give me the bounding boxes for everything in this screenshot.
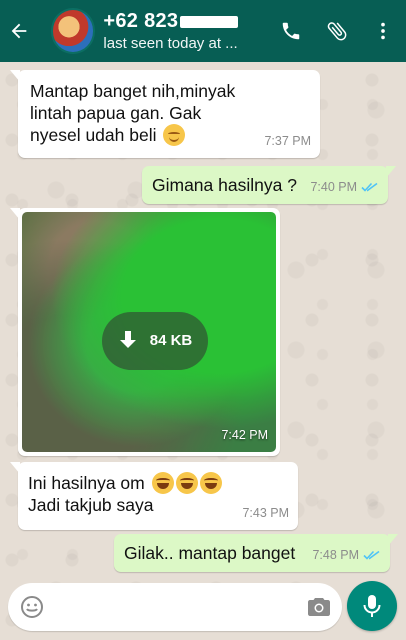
message-time: 7:42 PM [221, 428, 268, 442]
mic-button[interactable] [347, 581, 397, 631]
message-input[interactable] [56, 597, 296, 617]
call-button[interactable] [268, 0, 314, 62]
blurred-photo[interactable]: 84 KB 7:42 PM [22, 212, 276, 452]
download-size: 84 KB [149, 332, 193, 349]
laughing-emoji-icon [199, 472, 222, 494]
laughing-emoji-icon [151, 472, 174, 494]
back-button[interactable] [0, 0, 39, 62]
message-incoming[interactable]: Mantap banget nih,minyak lintah papua ga… [10, 70, 320, 158]
message-time: 7:43 PM [242, 506, 289, 520]
message-time: 7:48 PM [312, 548, 359, 562]
paperclip-icon [327, 22, 347, 41]
redaction-mask [180, 15, 239, 28]
message-outgoing[interactable]: Gimana hasilnya ? 7:40 PM [142, 166, 396, 204]
contact-avatar[interactable] [50, 8, 96, 54]
chat-header: +62 823 last seen today at ... [0, 0, 406, 62]
laughing-emoji-icon [175, 472, 198, 494]
last-seen-status: last seen today at ... [103, 35, 238, 52]
camera-icon [308, 598, 330, 616]
message-time: 7:40 PM [310, 180, 357, 194]
message-text: Gimana hasilnya ? [152, 175, 297, 195]
menu-button[interactable] [360, 0, 406, 62]
emoji-button[interactable] [8, 583, 56, 631]
contact-name: +62 823 [103, 10, 179, 32]
download-icon [119, 331, 136, 348]
phone-icon [282, 22, 300, 40]
contact-info[interactable]: +62 823 last seen today at ... [103, 10, 268, 52]
message-composer [8, 583, 342, 631]
camera-button[interactable] [296, 583, 342, 631]
mic-icon [363, 595, 381, 617]
back-arrow-icon [12, 23, 27, 39]
download-button[interactable]: 84 KB [102, 312, 208, 370]
smiling-emoji-icon [163, 124, 186, 146]
message-time: 7:37 PM [264, 134, 311, 148]
emoji-icon [21, 596, 43, 618]
message-incoming[interactable]: Ini hasilnya om Jadi takjub saya 7:43 PM [10, 462, 298, 530]
message-photo[interactable]: 84 KB 7:42 PM [10, 208, 280, 456]
message-text: Gilak.. mantap banget [124, 543, 296, 563]
read-ticks-icon [363, 550, 380, 560]
more-vert-icon [381, 22, 385, 40]
read-ticks-icon [361, 182, 378, 192]
message-outgoing[interactable]: Gilak.. mantap banget 7:48 PM [114, 534, 398, 572]
attach-button[interactable] [314, 0, 360, 62]
